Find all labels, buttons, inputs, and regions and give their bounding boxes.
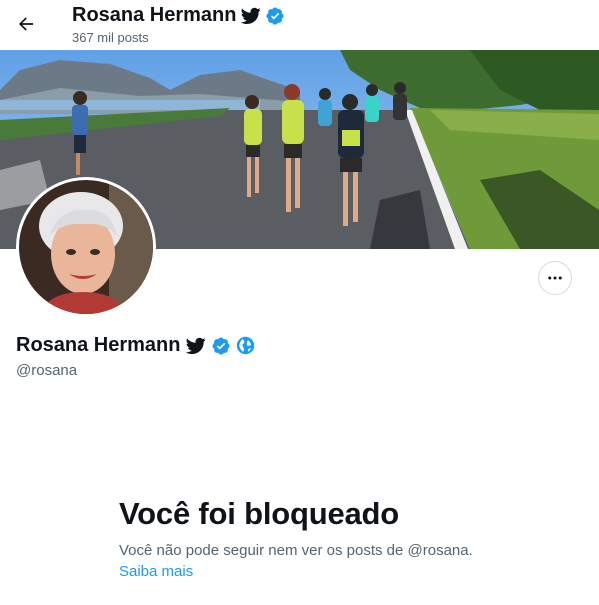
avatar-image (19, 180, 153, 314)
profile-handle: @rosana (16, 362, 78, 379)
profile-name: Rosana Hermann (16, 334, 255, 357)
more-options-button[interactable] (538, 261, 572, 295)
blocked-title: Você foi bloqueado (119, 496, 400, 531)
twitter-bird-icon (185, 337, 206, 354)
blocked-description: Você não pode seguir nem ver os posts de… (119, 542, 473, 559)
twitter-bird-icon (240, 7, 261, 24)
globe-icon[interactable] (236, 336, 255, 355)
profile-avatar[interactable] (16, 177, 156, 317)
header-post-count: 367 mil posts (72, 30, 149, 45)
top-bar: Rosana Hermann 367 mil posts (0, 0, 599, 50)
verified-badge-icon[interactable] (211, 336, 231, 356)
more-options-icon (548, 276, 562, 280)
profile-display-name: Rosana Hermann (16, 334, 181, 356)
verified-badge-icon (265, 6, 284, 25)
header-title: Rosana Hermann (72, 4, 285, 27)
learn-more-link[interactable]: Saiba mais (119, 563, 193, 580)
arrow-left-icon (19, 17, 34, 31)
header-display-name: Rosana Hermann (72, 4, 237, 26)
back-button[interactable] (8, 6, 44, 42)
blocked-notice: Você foi bloqueado Você não pode seguir … (119, 496, 519, 581)
